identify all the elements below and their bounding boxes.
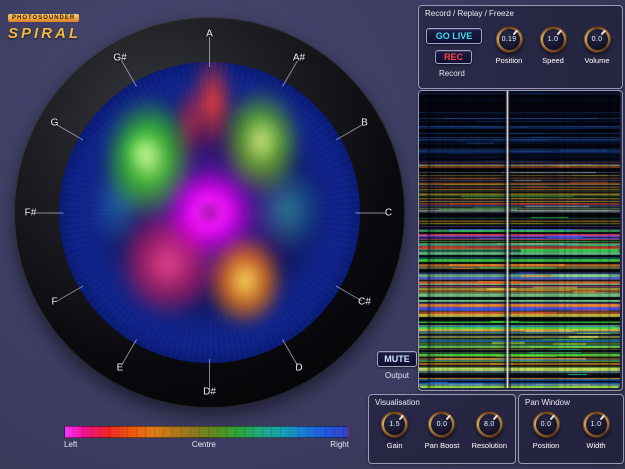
visualisation-knobs: 1.5 Gain 0.0 Pan Boost 8.0 Resolution (371, 411, 513, 450)
knob-position[interactable]: 0.19 Position (487, 26, 531, 65)
record-panel: Record / Replay / Freeze GO LIVE REC Rec… (418, 5, 623, 89)
note-spoke (209, 359, 210, 389)
note-spoke (282, 339, 298, 365)
record-label: Record (439, 69, 465, 78)
pan-window-panel: Pan Window 0.0 Position 1.0 Width (518, 394, 624, 464)
spectrogram-display[interactable] (419, 91, 620, 388)
go-live-button[interactable]: GO LIVE (426, 28, 482, 44)
record-panel-title: Record / Replay / Freeze (425, 9, 514, 18)
knob-value: 1.0 (548, 36, 559, 43)
knob-speed[interactable]: 1.0 Speed (531, 26, 575, 65)
note-spoke (57, 124, 83, 140)
pan-gradient-bar (64, 426, 349, 438)
pan-scale-labels: Left Centre Right (64, 440, 349, 449)
note-label-asharp: A# (293, 52, 305, 63)
knob-dial-speed[interactable]: 1.0 (540, 26, 567, 53)
knob-value: 0.19 (502, 36, 517, 43)
note-label-c: C (385, 207, 392, 218)
record-knobs: 0.19 Position 1.0 Speed 0.0 Volume (487, 26, 619, 65)
knob-width[interactable]: 1.0 Width (574, 411, 618, 450)
note-ring: AA#BCC#DD#EFF#GG# (14, 17, 405, 408)
mute-button[interactable]: MUTE (377, 351, 417, 367)
knob-dial-width[interactable]: 1.0 (583, 411, 610, 438)
knob-volume[interactable]: 0.0 Volume (575, 26, 619, 65)
pan-colorbar: Left Centre Right (64, 426, 349, 449)
note-label-g: G (51, 118, 59, 129)
note-spoke (57, 285, 83, 301)
knob-value: 1.5 (389, 421, 400, 428)
visualisation-panel: Visualisation 1.5 Gain 0.0 Pan Boost 8.0 Reso… (368, 394, 516, 464)
knob-label: Position (524, 441, 568, 450)
knob-label: Gain (373, 441, 417, 450)
note-label-gsharp: G# (113, 52, 126, 63)
pan-window-panel-title: Pan Window (525, 398, 570, 407)
knob-value: 0.0 (437, 421, 448, 428)
note-spoke (336, 124, 362, 140)
spiral-plugin-window: PHOTOSOUNDER SPIRAL AA#BCC#DD#EFF#GG# Le… (0, 0, 625, 469)
knob-dial-position[interactable]: 0.0 (533, 411, 560, 438)
visualisation-panel-title: Visualisation (375, 398, 420, 407)
knob-dial-pan-boost[interactable]: 0.0 (428, 411, 455, 438)
knob-label: Volume (575, 56, 619, 65)
knob-value: 1.0 (591, 421, 602, 428)
knob-resolution[interactable]: 8.0 Resolution (467, 411, 511, 450)
rec-button[interactable]: REC (435, 50, 472, 64)
pan-window-knobs: 0.0 Position 1.0 Width (521, 411, 621, 450)
note-spoke (356, 212, 386, 213)
knob-value: 0.0 (592, 36, 603, 43)
knob-label: Pan Boost (420, 441, 464, 450)
note-spoke (121, 60, 137, 86)
knob-dial-resolution[interactable]: 8.0 (476, 411, 503, 438)
note-spoke (336, 285, 362, 301)
pan-right-label: Right (330, 440, 349, 449)
note-spoke (209, 37, 210, 67)
spiral-dial: AA#BCC#DD#EFF#GG# (14, 17, 405, 408)
note-spoke (34, 212, 64, 213)
knob-label: Width (574, 441, 618, 450)
pan-left-label: Left (64, 440, 77, 449)
knob-value: 0.0 (541, 421, 552, 428)
knob-label: Position (487, 56, 531, 65)
knob-pan-boost[interactable]: 0.0 Pan Boost (420, 411, 464, 450)
spectrogram-panel (418, 90, 623, 391)
knob-dial-volume[interactable]: 0.0 (584, 26, 611, 53)
knob-gain[interactable]: 1.5 Gain (373, 411, 417, 450)
note-spoke (282, 60, 298, 86)
knob-label: Speed (531, 56, 575, 65)
note-label-csharp: C# (358, 297, 371, 308)
note-label-b: B (361, 118, 368, 129)
note-spoke (121, 339, 137, 365)
knob-dial-gain[interactable]: 1.5 (381, 411, 408, 438)
knob-value: 8.0 (484, 421, 495, 428)
output-label: Output (377, 371, 417, 380)
knob-position[interactable]: 0.0 Position (524, 411, 568, 450)
pan-centre-label: Centre (192, 440, 216, 449)
knob-dial-position[interactable]: 0.19 (496, 26, 523, 53)
note-label-f: F (51, 297, 57, 308)
knob-label: Resolution (467, 441, 511, 450)
